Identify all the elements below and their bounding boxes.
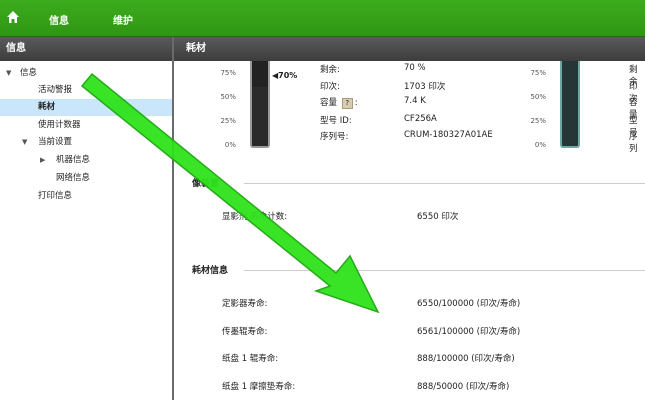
sidebar-item-label: 网络信息 [56, 173, 91, 183]
model-value: CF256A [404, 114, 437, 124]
menu-maintenance[interactable]: 维护 [113, 12, 133, 27]
sidebar-item-usage-counters[interactable]: 使用计数器 [0, 117, 172, 134]
gauge-tick: 75% [530, 69, 546, 77]
expand-down-icon[interactable]: ▼ [6, 65, 11, 82]
gauge-bar [560, 61, 580, 148]
gauge-level-value: 70% [278, 71, 298, 80]
sidebar-item-info[interactable]: ▼ 信息 [0, 65, 172, 82]
section-divider [244, 270, 645, 271]
fuser-life-label: 定影器寿命: [222, 299, 268, 309]
main-panel: 耗材 75% 50% 25% 0% ◀70% 剩余: 70 % 印次: 1703… [174, 37, 645, 400]
fuser-life-value: 6550/100000 (印次/寿命) [417, 299, 521, 309]
sidebar-item-active-alerts[interactable]: 活动警报 [0, 82, 172, 99]
gauge-fill [252, 86, 268, 146]
sidebar-item-label: 当前设置 [38, 137, 73, 147]
remaining-label: 剩余: [320, 65, 340, 75]
gauge-tick: 50% [220, 93, 236, 101]
section-title-imaging: 像装置 [192, 179, 220, 189]
tray1-roller-life-label: 纸盘 1 辊寿命: [222, 354, 279, 364]
main-header: 耗材 [174, 37, 645, 61]
sidebar-item-label: 信息 [20, 68, 38, 78]
right-serial-label: 序列 [629, 132, 638, 154]
sidebar-item-machine-info[interactable]: ▶ 机器信息 [0, 152, 172, 169]
section-title-consumables: 耗材信息 [192, 266, 229, 276]
sidebar-item-print-info[interactable]: 打印信息 [0, 188, 172, 205]
serial-value: CRUM-180327A01AE [404, 130, 493, 140]
transfer-roller-life-label: 传墨辊寿命: [222, 327, 268, 337]
sidebar-item-label: 活动警报 [38, 85, 73, 95]
capacity-label: 容量 ?: [320, 96, 358, 109]
tray1-roller-life-value: 888/100000 (印次/寿命) [417, 354, 515, 364]
sidebar-header: 信息 [0, 37, 172, 61]
sidebar-item-current-settings[interactable]: ▼ 当前设置 [0, 134, 172, 151]
gauge-tick: 25% [220, 117, 236, 125]
capacity-label-text: 容量 [320, 98, 338, 108]
gauge-tick: 50% [530, 93, 546, 101]
gauge-level-text: ◀70% [272, 71, 297, 80]
gauge-tick: 25% [530, 117, 546, 125]
expand-down-icon[interactable]: ▼ [22, 134, 27, 151]
sidebar-item-label: 打印信息 [38, 191, 73, 201]
capacity-value: 7.4 K [404, 96, 426, 106]
sidebar: 信息 ▼ 信息 活动警报 耗材 使用计数器 ▼ 当前设置 ▶ 机器信息 网络信息… [0, 37, 174, 400]
sidebar-item-label: 耗材 [38, 102, 56, 112]
expand-right-icon[interactable]: ▶ [40, 152, 45, 169]
home-icon[interactable] [6, 10, 20, 24]
transfer-roller-life-value: 6561/100000 (印次/寿命) [417, 327, 521, 337]
prints-value: 1703 印次 [404, 82, 446, 92]
imaging-life-value: 6550 印次 [417, 212, 459, 222]
help-icon[interactable]: ? [341, 98, 353, 109]
top-navigation-bar: 信息 维护 [0, 0, 645, 37]
remaining-value: 70 % [404, 63, 426, 73]
gauge-tick: 0% [534, 141, 546, 149]
sidebar-item-label: 机器信息 [56, 155, 91, 165]
tray1-pad-life-value: 888/50000 (印次/寿命) [417, 382, 510, 392]
section-divider [244, 183, 645, 184]
sidebar-item-supplies[interactable]: 耗材 [0, 99, 172, 116]
tray1-pad-life-label: 纸盘 1 摩擦垫寿命: [222, 382, 296, 392]
serial-label: 序列号: [320, 132, 349, 142]
gauge-tick: 75% [220, 69, 236, 77]
model-label: 型号 ID: [320, 116, 352, 126]
gauge-bar [250, 61, 270, 148]
gauge-tick: 0% [224, 141, 236, 149]
menu-info[interactable]: 信息 [49, 12, 69, 27]
capacity-colon: : [354, 98, 358, 108]
sidebar-item-network-info[interactable]: 网络信息 [0, 170, 172, 187]
sidebar-item-label: 使用计数器 [38, 120, 81, 130]
prints-label: 印次: [320, 82, 340, 92]
imaging-life-label: 显影剂 寿命计数: [222, 212, 288, 222]
